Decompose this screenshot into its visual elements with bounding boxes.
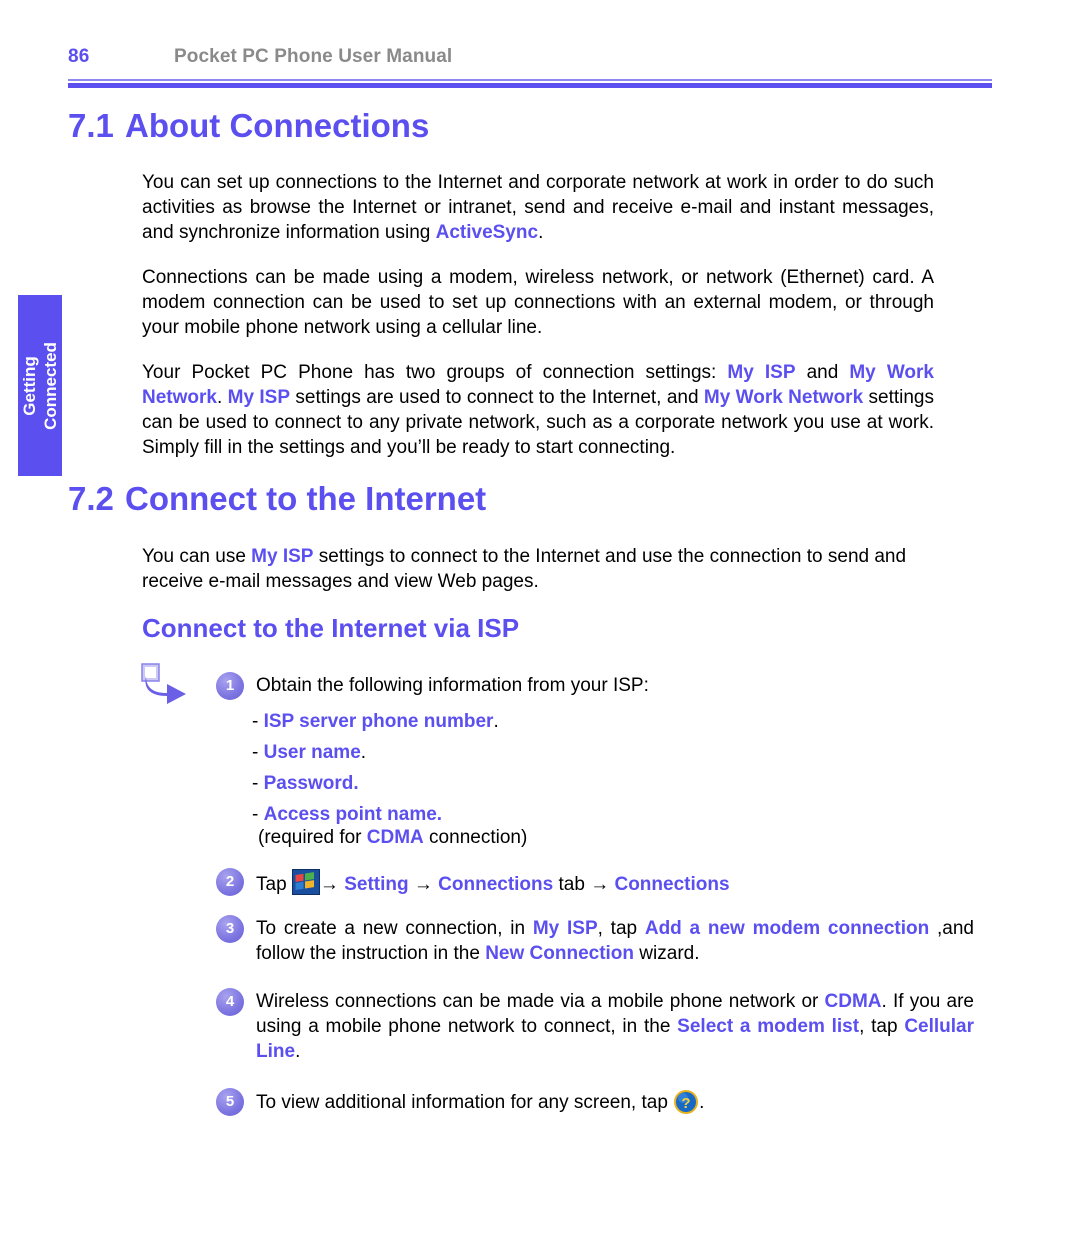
term-my-isp-1: My ISP: [727, 362, 796, 383]
list-item: - Access point name.: [252, 799, 499, 830]
term-select-a-modem-list: Select a modem list: [677, 1016, 860, 1037]
step-3-part-a: To create a new connection, in: [256, 918, 533, 939]
paragraph-1: You can set up connections to the Intern…: [142, 170, 934, 245]
arrow-3: →: [590, 874, 610, 895]
manual-title: Pocket PC Phone User Manual: [174, 46, 453, 67]
step-4-text: Wireless connections can be made via a m…: [256, 989, 974, 1064]
section-heading-7-2: 7.2 Connect to the Internet: [68, 480, 486, 518]
step-3-part-c: , tap: [597, 918, 645, 939]
term-password: Password.: [263, 773, 359, 794]
list-dash: -: [252, 773, 264, 794]
term-my-isp-4: My ISP: [532, 918, 598, 939]
step-1-text: Obtain the following information from yo…: [256, 675, 649, 696]
list-dash: -: [252, 742, 264, 763]
term-user-name: User name: [263, 742, 361, 763]
term-add-new-modem-connection: Add a new modem connection: [644, 918, 930, 939]
header-rule-thick: [68, 83, 992, 88]
section-heading-7-1: 7.1 About Connections: [68, 107, 429, 145]
step-1-sub-list: - ISP server phone number. - User name. …: [252, 706, 499, 830]
paragraph-4-part-a: You can use: [142, 546, 252, 567]
step-4-part-g: .: [295, 1041, 301, 1062]
list-tail: .: [360, 742, 367, 763]
paragraph-3-part-a: Your Pocket PC Phone has two groups of c…: [142, 362, 728, 383]
step-3-badge: 3: [216, 915, 244, 943]
step-2-badge: 2: [216, 868, 244, 896]
term-cdma-2: CDMA: [824, 991, 882, 1012]
paragraph-2-text: Connections can be made using a modem, w…: [142, 267, 934, 338]
step-5-part-a: To view additional information for any s…: [256, 1092, 674, 1113]
tab-word: tab: [553, 874, 591, 895]
paragraph-4: You can use My ISP settings to connect t…: [142, 544, 934, 594]
step-4-part-e: , tap: [859, 1016, 905, 1037]
term-setting: Setting: [344, 874, 409, 895]
step-2-text: Tap → Setting → Connections tab → Connec…: [256, 869, 956, 897]
note-part-a: (required for: [258, 827, 367, 848]
term-isp-server-phone-number: ISP server phone number: [263, 711, 494, 732]
term-my-isp-2: My ISP: [227, 387, 291, 408]
arrow-1: →: [319, 874, 339, 895]
svg-text:?: ?: [682, 1095, 691, 1112]
term-connections-tab: Connections: [438, 874, 554, 895]
side-tab-label: Getting Connected: [19, 342, 61, 430]
list-item: - User name.: [252, 737, 499, 768]
term-access-point-name: Access point name.: [263, 804, 443, 825]
side-tab-getting-connected: Getting Connected: [18, 295, 62, 476]
step-3-part-g: wizard.: [634, 943, 700, 964]
note-part-c: connection): [423, 827, 528, 848]
section-title-7-2: Connect to the Internet: [125, 480, 487, 517]
tap-label: Tap: [256, 874, 292, 895]
page-header: 86 Pocket PC Phone User Manual: [68, 46, 992, 94]
step-1-badge: 1: [216, 672, 244, 700]
header-rule-thin: [68, 79, 992, 81]
list-item: - Password.: [252, 768, 499, 799]
paragraph-3-part-e: .: [216, 387, 228, 408]
step-5-badge: 5: [216, 1088, 244, 1116]
step-5-part-b: .: [699, 1092, 705, 1113]
pointer-arrow-icon: [140, 662, 190, 706]
arrow-2: →: [413, 874, 433, 895]
step-1-note: (required for CDMA connection): [258, 827, 527, 849]
paragraph-3-part-g: settings are used to connect to the Inte…: [290, 387, 704, 408]
term-my-work-network-2: My Work Network: [703, 387, 864, 408]
term-my-isp-3: My ISP: [251, 546, 314, 567]
list-dash: -: [252, 711, 264, 732]
term-new-connection: New Connection: [485, 943, 635, 964]
subheading-connect-via-isp: Connect to the Internet via ISP: [142, 613, 520, 643]
step-5-text: To view additional information for any s…: [256, 1089, 956, 1115]
step-4-badge: 4: [216, 988, 244, 1016]
paragraph-3-part-c: and: [795, 362, 850, 383]
paragraph-2: Connections can be made using a modem, w…: [142, 265, 934, 340]
paragraph-1-part-c: .: [538, 222, 544, 243]
list-dash: -: [252, 804, 264, 825]
term-activesync: ActiveSync: [435, 222, 539, 243]
term-connections: Connections: [614, 874, 730, 895]
term-cdma-1: CDMA: [366, 827, 424, 848]
list-item: - ISP server phone number.: [252, 706, 499, 737]
windows-start-icon[interactable]: [291, 869, 320, 895]
list-tail: .: [493, 711, 499, 732]
section-title-7-1: About Connections: [125, 107, 430, 144]
section-number-7-1: 7.1: [68, 107, 114, 144]
side-tab-line-2: Connected: [41, 341, 60, 430]
step-4-part-a: Wireless connections can be made via a m…: [256, 991, 825, 1012]
side-tab-line-1: Getting: [20, 355, 39, 416]
help-question-icon[interactable]: ?: [673, 1089, 699, 1115]
step-3-text: To create a new connection, in My ISP, t…: [256, 916, 974, 966]
page-number: 86: [68, 46, 90, 67]
paragraph-3: Your Pocket PC Phone has two groups of c…: [142, 360, 934, 460]
section-number-7-2: 7.2: [68, 480, 114, 517]
